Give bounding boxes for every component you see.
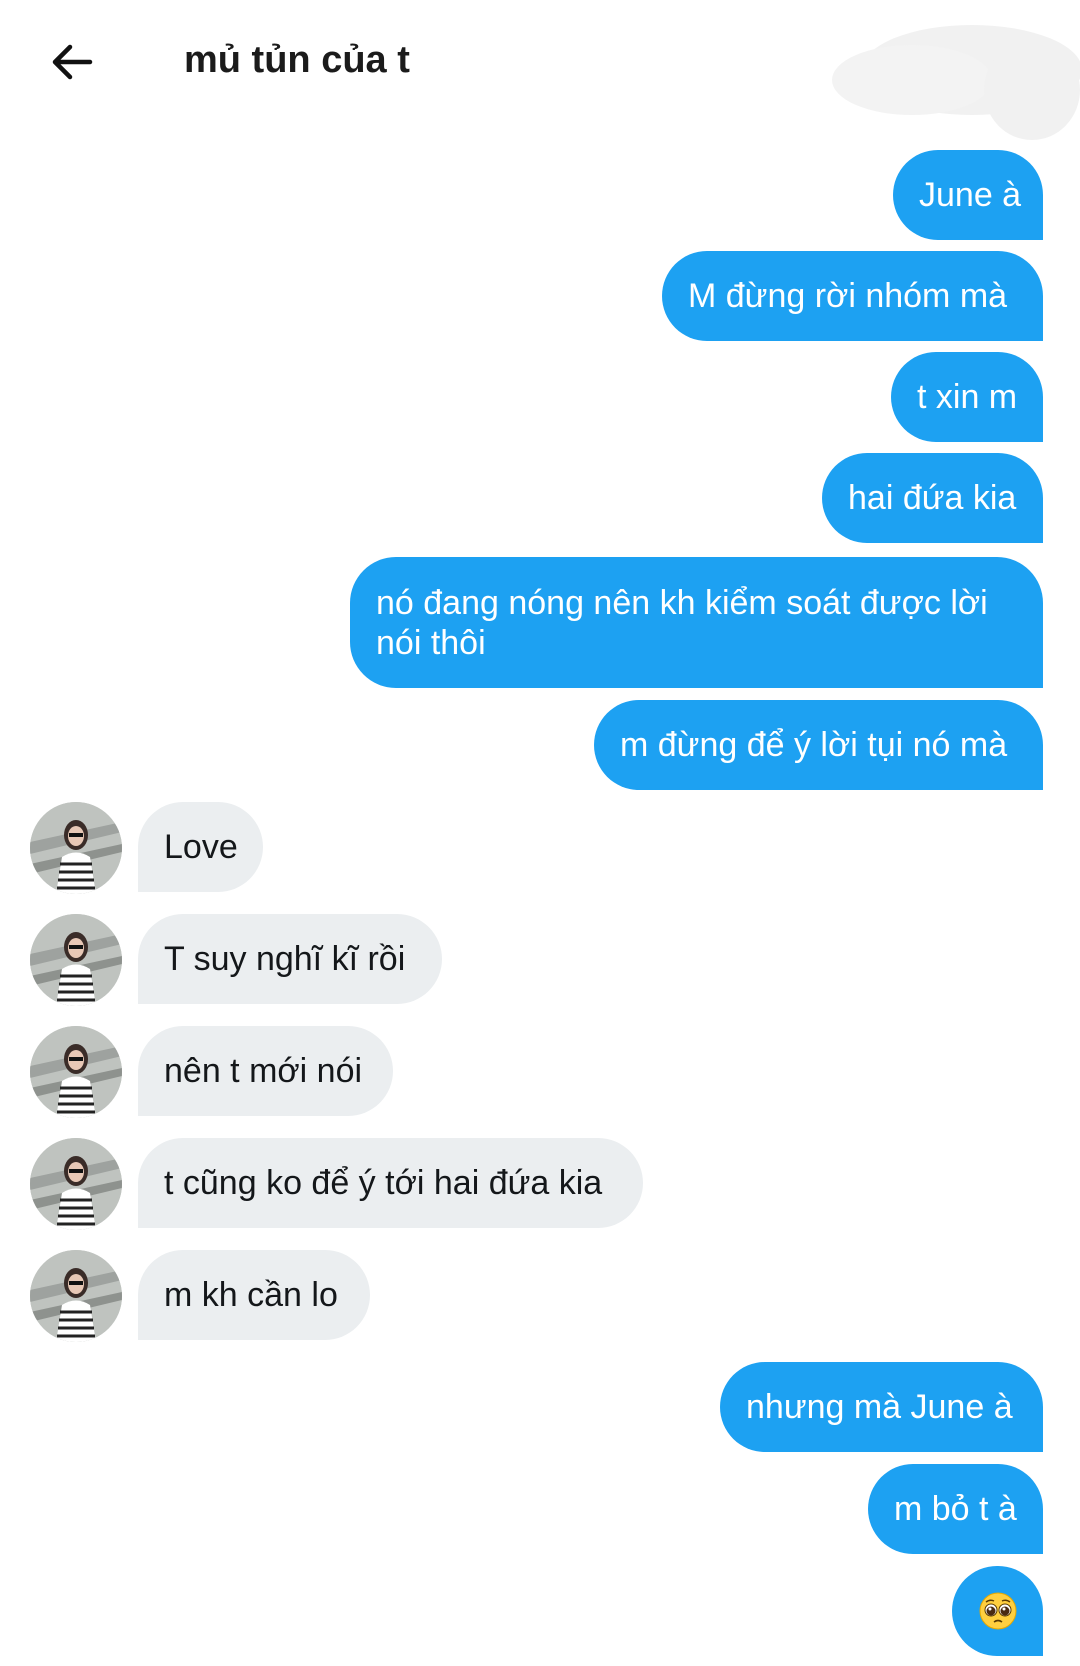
message-text: hai đứa kia: [848, 479, 1017, 517]
message-outgoing[interactable]: nó đang nóng nên kh kiểm soát được lời n…: [350, 557, 1043, 688]
message-incoming[interactable]: Love: [138, 802, 263, 892]
avatar[interactable]: [30, 1026, 122, 1118]
message-incoming[interactable]: t cũng ko để ý tới hai đứa kia: [138, 1138, 643, 1228]
message-text: t cũng ko để ý tới hai đứa kia: [164, 1164, 603, 1202]
avatar[interactable]: [30, 802, 122, 894]
message-outgoing[interactable]: hai đứa kia: [822, 453, 1043, 543]
avatar[interactable]: [30, 1250, 122, 1342]
message-outgoing[interactable]: m bỏ t à: [868, 1464, 1043, 1554]
message-outgoing[interactable]: June à: [893, 150, 1043, 240]
message-text: Love: [164, 828, 238, 866]
message-outgoing[interactable]: m đừng để ý lời tụi nó mà: [594, 700, 1043, 790]
message-text: June à: [919, 176, 1022, 214]
redacted-area: [832, 25, 1080, 140]
message-text: m bỏ t à: [894, 1490, 1017, 1528]
message-text: m đừng để ý lời tụi nó mà: [620, 726, 1008, 764]
message-text: m kh cần lo: [164, 1276, 338, 1314]
message-incoming[interactable]: T suy nghĩ kĩ rồi: [138, 914, 442, 1004]
message-outgoing[interactable]: nhưng mà June à: [720, 1362, 1043, 1452]
message-text: M đừng rời nhóm mà: [688, 277, 1008, 315]
message-outgoing[interactable]: t xin m: [891, 352, 1043, 442]
pleading-face-icon: [979, 1592, 1016, 1630]
arrow-left-icon: [52, 44, 93, 80]
message-text: nên t mới nói: [164, 1052, 363, 1090]
message-outgoing[interactable]: M đừng rời nhóm mà: [662, 251, 1043, 341]
message-outgoing[interactable]: [952, 1566, 1043, 1656]
message-incoming[interactable]: m kh cần lo: [138, 1250, 370, 1340]
message-incoming[interactable]: nên t mới nói: [138, 1026, 393, 1116]
message-text: t xin m: [917, 378, 1018, 416]
message-text: nó đang nóng nên kh kiểm soát được lời n…: [376, 584, 988, 662]
avatar[interactable]: [30, 1138, 122, 1230]
chat-header: mủ tủn của t: [0, 0, 1080, 140]
back-button[interactable]: [40, 30, 104, 94]
avatar[interactable]: [30, 914, 122, 1006]
message-text: T suy nghĩ kĩ rồi: [164, 940, 406, 978]
conversation-title: mủ tủn của t: [184, 39, 410, 81]
message-text: nhưng mà June à: [746, 1388, 1013, 1426]
